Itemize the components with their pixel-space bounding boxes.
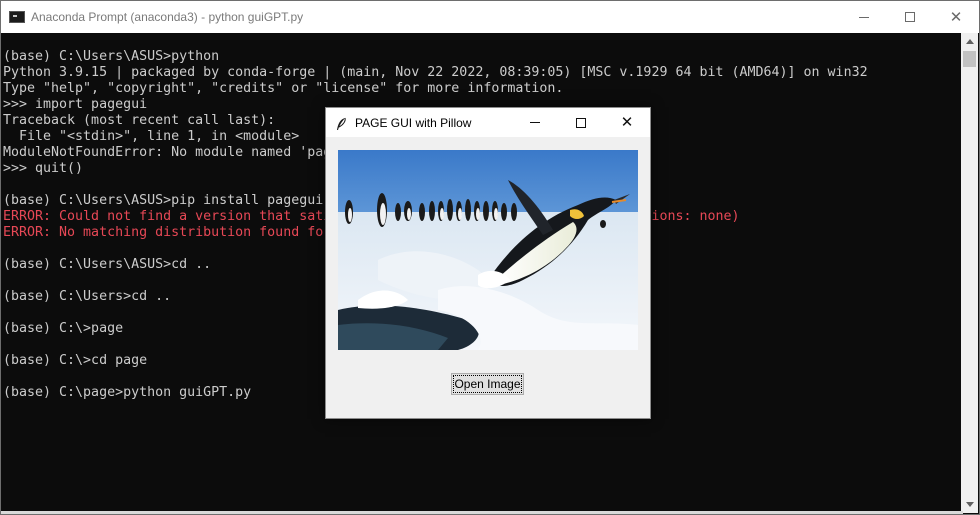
tk-dialog: PAGE GUI with Pillow ✕ Open Image [325, 107, 651, 419]
minimize-icon [859, 16, 869, 18]
background-window-edge [1, 511, 963, 514]
terminal-line: Type "help", "copyright", "credits" or "… [3, 81, 564, 96]
close-icon: ✕ [620, 113, 634, 131]
terminal-line: Python 3.9.15 | packaged by conda-forge … [3, 65, 868, 80]
dialog-title: PAGE GUI with Pillow [355, 115, 472, 130]
minimize-icon [530, 122, 540, 123]
scroll-down-arrow-icon[interactable] [961, 496, 978, 513]
dialog-controls: ✕ [512, 108, 650, 137]
title-bar[interactable]: Anaconda Prompt (anaconda3) - python gui… [1, 1, 979, 33]
close-icon: ✕ [949, 7, 963, 26]
penguin-photo [338, 150, 638, 350]
maximize-button[interactable] [887, 1, 933, 33]
dialog-maximize-button[interactable] [558, 108, 604, 137]
maximize-icon [576, 117, 586, 128]
vertical-scrollbar[interactable] [961, 33, 978, 513]
minimize-button[interactable] [841, 1, 887, 33]
console-icon [9, 11, 25, 23]
maximize-icon [905, 12, 915, 22]
terminal-line: (base) C:\Users\ASUS>python [3, 49, 220, 64]
window-controls: ✕ [841, 1, 979, 33]
scroll-up-arrow-icon[interactable] [961, 33, 978, 50]
feather-icon [335, 116, 347, 130]
window-title: Anaconda Prompt (anaconda3) - python gui… [31, 10, 304, 24]
close-button[interactable]: ✕ [933, 1, 979, 33]
scroll-thumb[interactable] [963, 51, 976, 67]
open-image-button[interactable]: Open Image [451, 373, 524, 395]
dialog-close-button[interactable]: ✕ [604, 108, 650, 137]
dialog-title-bar[interactable]: PAGE GUI with Pillow ✕ [326, 108, 650, 137]
dialog-minimize-button[interactable] [512, 108, 558, 137]
